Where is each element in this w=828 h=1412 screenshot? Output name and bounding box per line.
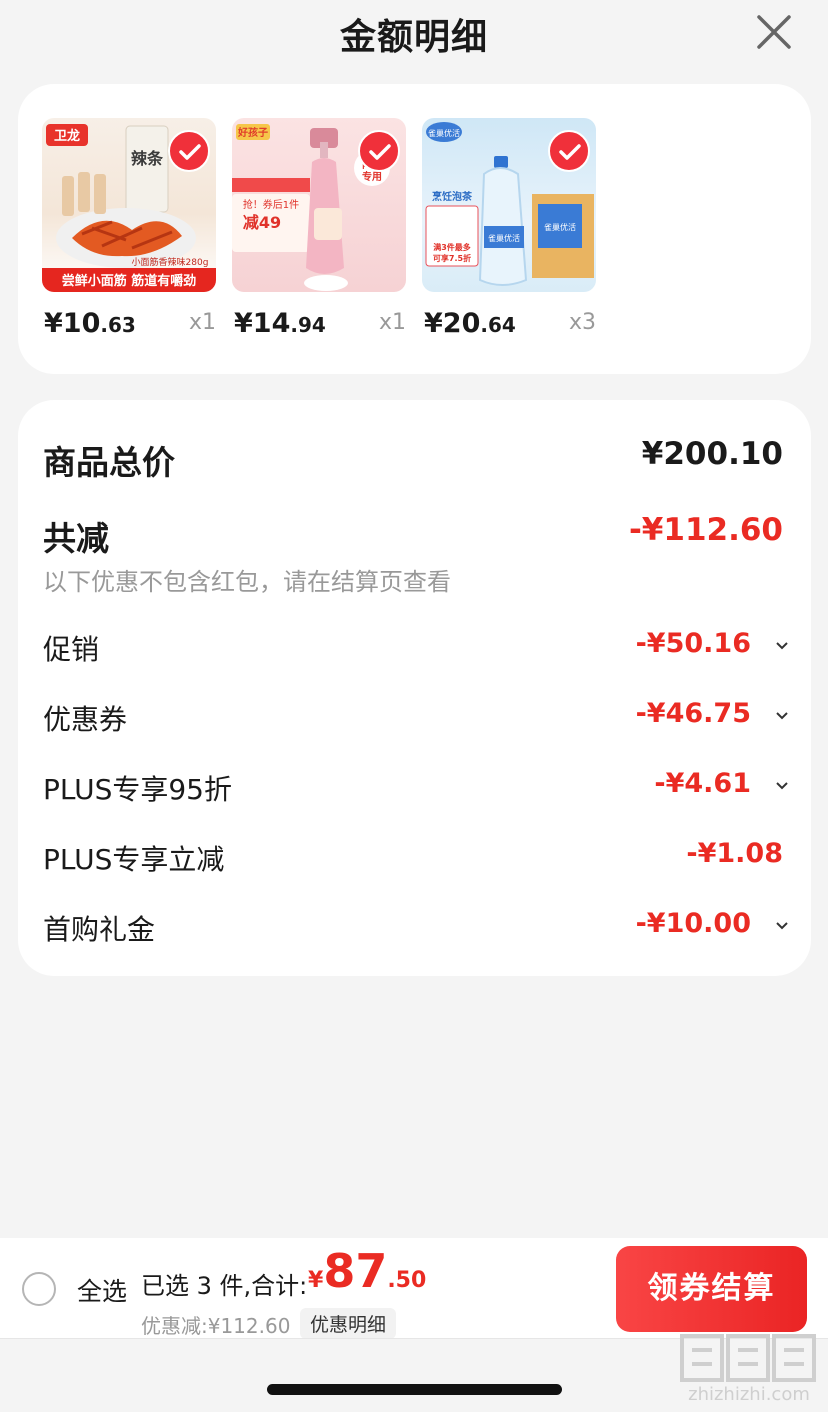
- chevron-down-icon[interactable]: [775, 708, 789, 722]
- svg-text:雀巢优活: 雀巢优活: [544, 222, 576, 232]
- total-reduce-value: -¥112.60: [628, 512, 783, 548]
- page-title: 金额明细: [339, 17, 488, 58]
- discount-detail-button[interactable]: 优惠明细: [300, 1308, 397, 1339]
- checkmark-icon: [369, 144, 391, 160]
- discount-value: -¥4.61: [654, 768, 751, 799]
- discount-value: -¥50.16: [635, 628, 751, 659]
- discount-value: -¥1.08: [686, 838, 783, 869]
- discount-value: -¥46.75: [635, 698, 751, 729]
- total-amount: ¥87.50: [308, 1244, 427, 1298]
- product-image[interactable]: 雀巢优活 烹饪泡茶 满3件最多 可享7.5折 雀巢优活 雀巢优活: [422, 118, 596, 292]
- products-card: 卫龙 辣条 小面筋香辣味280g 尝鲜小面筋 筋道有嚼劲 ¥10.63 x1 好…: [18, 84, 811, 374]
- svg-text:满3件最多: 满3件最多: [433, 242, 471, 252]
- product-price: ¥20.64: [424, 308, 516, 339]
- discount-value: -¥10.00: [635, 908, 751, 939]
- selected-check-badge[interactable]: [168, 130, 210, 172]
- svg-text:减49: 减49: [243, 213, 281, 232]
- svg-text:抢！券后1件: 抢！券后1件: [243, 198, 299, 211]
- chevron-down-icon[interactable]: [775, 638, 789, 652]
- product-item[interactable]: 好孩子 抢！券后1件 减49 内衣 专用 ¥14.94: [232, 118, 406, 339]
- discount-summary: 优惠减:¥112.60: [141, 1314, 291, 1338]
- product-qty: x1: [188, 310, 216, 335]
- chevron-down-icon[interactable]: [775, 918, 789, 932]
- svg-text:雀巢优活: 雀巢优活: [488, 233, 520, 243]
- product-price: ¥14.94: [234, 308, 326, 339]
- total-price-label: 商品总价: [43, 443, 175, 482]
- svg-text:尝鲜小面筋 筋道有嚼劲: 尝鲜小面筋 筋道有嚼劲: [62, 273, 197, 289]
- svg-text:雀巢优活: 雀巢优活: [428, 128, 460, 138]
- product-price-row: ¥14.94 x1: [232, 308, 406, 342]
- checkmark-icon: [559, 144, 581, 160]
- product-price-row: ¥20.64 x3: [422, 308, 596, 342]
- discount-label: PLUS专享立减: [43, 843, 225, 876]
- svg-text:小面筋香辣味280g: 小面筋香辣味280g: [132, 256, 209, 268]
- product-item[interactable]: 卫龙 辣条 小面筋香辣味280g 尝鲜小面筋 筋道有嚼劲 ¥10.63 x1: [42, 118, 216, 339]
- home-indicator: [267, 1384, 562, 1395]
- total-price-value: ¥200.10: [641, 436, 783, 472]
- watermark: zhizhizhi.com: [676, 1330, 822, 1410]
- discount-label: PLUS专享95折: [43, 773, 232, 806]
- selected-check-badge[interactable]: [548, 130, 590, 172]
- checkout-bar: 全选 已选 3 件,合计: ¥87.50 优惠减:¥112.60 优惠明细 领券…: [0, 1238, 828, 1339]
- discount-label: 首购礼金: [43, 913, 156, 946]
- close-icon: [757, 15, 791, 49]
- chevron-down-icon[interactable]: [775, 778, 789, 792]
- svg-text:辣条: 辣条: [131, 149, 164, 168]
- svg-text:烹饪泡茶: 烹饪泡茶: [432, 190, 473, 203]
- svg-text:好孩子: 好孩子: [237, 126, 268, 139]
- select-all-radio[interactable]: [22, 1272, 56, 1306]
- product-image[interactable]: 好孩子 抢！券后1件 减49 内衣 专用: [232, 118, 406, 292]
- discount-note: 以下优惠不包含红包，请在结算页查看: [43, 568, 451, 596]
- product-price: ¥10.63: [44, 308, 136, 339]
- product-qty: x3: [568, 310, 596, 335]
- total-reduce-label: 共减: [43, 519, 109, 558]
- select-all-label[interactable]: 全选: [77, 1272, 127, 1308]
- discount-label: 优惠券: [43, 703, 128, 736]
- selected-check-badge[interactable]: [358, 130, 400, 172]
- checkmark-icon: [179, 144, 201, 160]
- watermark-logo: [680, 1334, 816, 1382]
- watermark-site: zhizhizhi.com: [688, 1384, 810, 1405]
- close-button[interactable]: [752, 10, 796, 54]
- header: 金额明细: [0, 0, 828, 70]
- product-price-row: ¥10.63 x1: [42, 308, 216, 342]
- product-qty: x1: [378, 310, 406, 335]
- svg-text:可享7.5折: 可享7.5折: [433, 253, 471, 263]
- brand-logo-text: 卫龙: [54, 128, 80, 144]
- discount-label: 促销: [43, 633, 100, 666]
- checkout-button[interactable]: 领券结算: [616, 1246, 807, 1332]
- product-item[interactable]: 雀巢优活 烹饪泡茶 满3件最多 可享7.5折 雀巢优活 雀巢优活 ¥20.64: [422, 118, 596, 339]
- product-image[interactable]: 卫龙 辣条 小面筋香辣味280g 尝鲜小面筋 筋道有嚼劲: [42, 118, 216, 292]
- selected-count-text: 已选 3 件,合计:: [141, 1272, 308, 1300]
- price-summary-card: 商品总价 ¥200.10 共减 -¥112.60 以下优惠不包含红包，请在结算页…: [18, 400, 811, 976]
